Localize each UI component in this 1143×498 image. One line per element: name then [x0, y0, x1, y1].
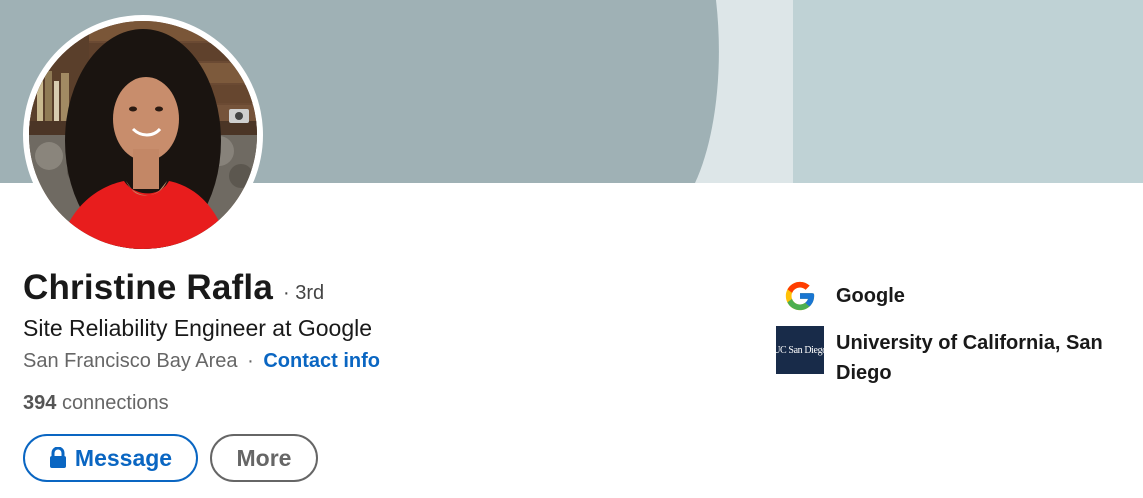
- name-row: Christine Rafla · 3rd: [23, 268, 324, 308]
- message-button-label: Message: [74, 444, 173, 471]
- separator-dot: ·: [247, 350, 254, 372]
- google-icon: [776, 272, 824, 320]
- current-company[interactable]: Google: [776, 272, 905, 320]
- current-company-name: Google: [836, 285, 905, 307]
- connection-degree: · 3rd: [283, 282, 325, 304]
- avatar: [29, 21, 257, 249]
- message-button[interactable]: Message: [23, 434, 198, 482]
- connections-label: connections: [61, 392, 169, 414]
- contact-info-link[interactable]: Contact info: [263, 350, 380, 372]
- connections-number: 394: [23, 392, 57, 414]
- ucsd-logo-icon: UC San Diego: [773, 326, 827, 374]
- more-button[interactable]: More: [210, 434, 318, 482]
- education-school[interactable]: UC San Diego University of California, S…: [773, 326, 1126, 388]
- profile-headline: Site Reliability Engineer at Google: [23, 315, 373, 341]
- profile-location: San Francisco Bay Area: [23, 350, 238, 372]
- school-name: University of California, San Diego: [836, 332, 1103, 384]
- location-row: San Francisco Bay Area · Contact info: [23, 350, 380, 373]
- profile-name: Christine Rafla: [23, 268, 273, 307]
- more-button-label: More: [236, 444, 292, 471]
- profile-photo[interactable]: [23, 15, 263, 255]
- connections-count[interactable]: 394 connections: [23, 392, 169, 415]
- lock-icon: [49, 447, 67, 469]
